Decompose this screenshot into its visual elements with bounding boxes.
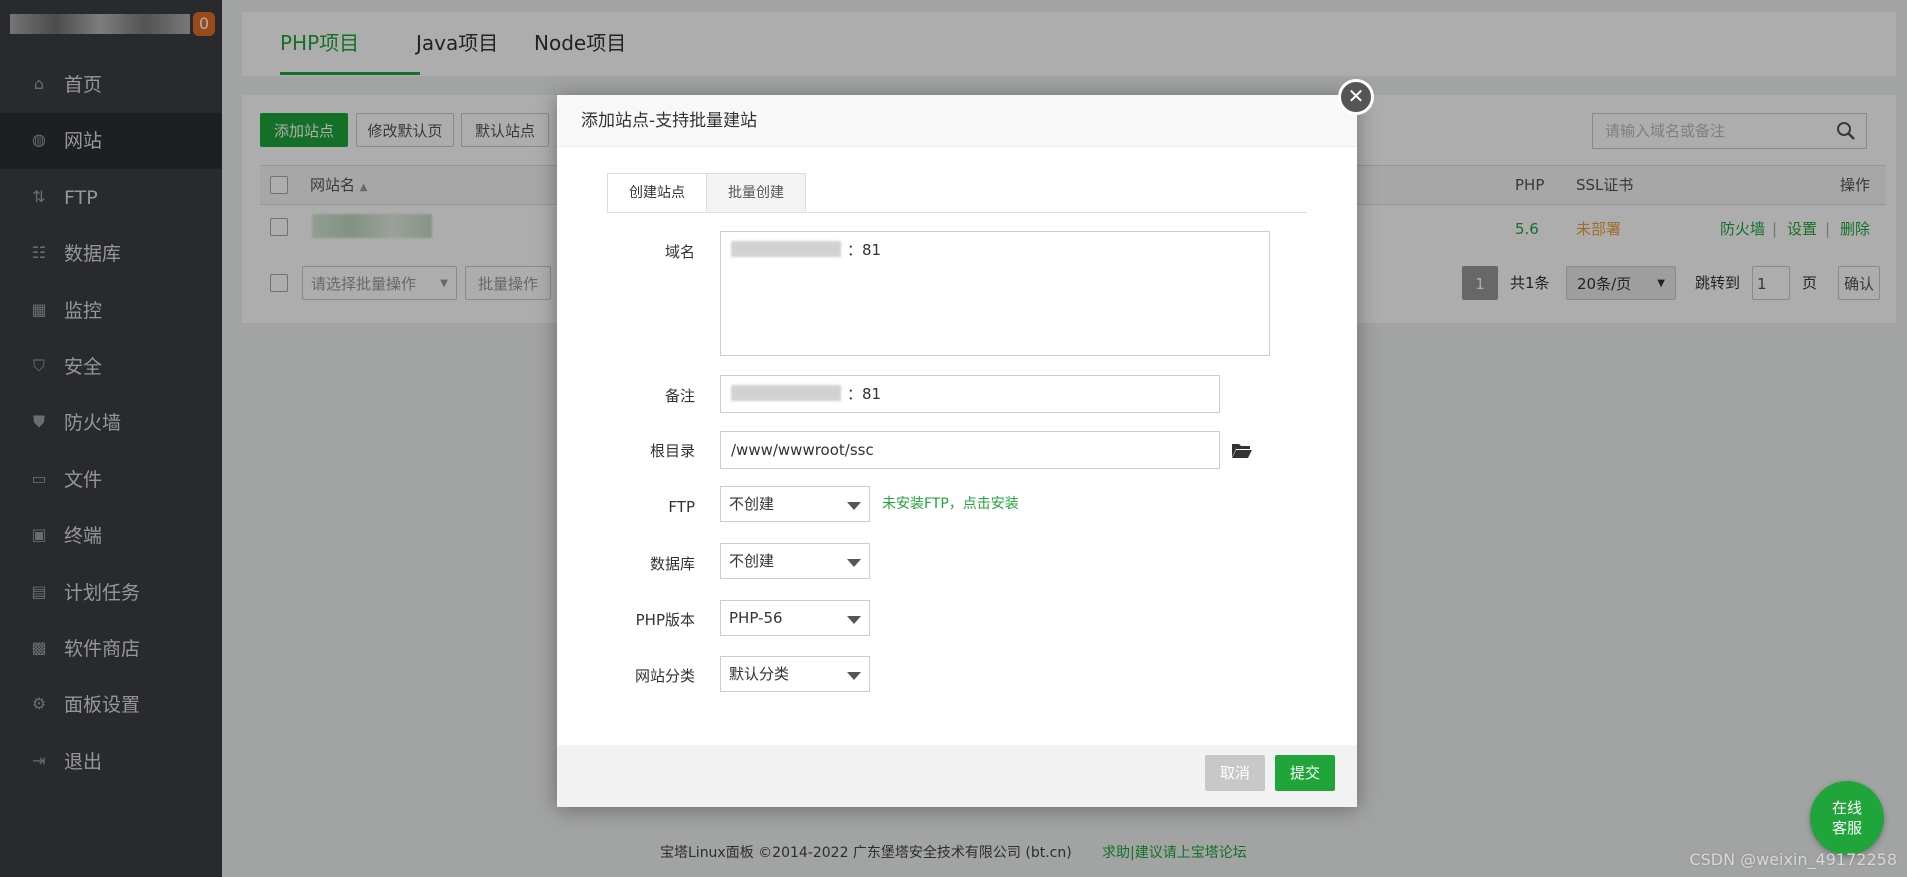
- php-version-value: PHP-56: [729, 609, 783, 627]
- service-line2: 客服: [1831, 819, 1862, 837]
- category-value: 默认分类: [729, 665, 790, 683]
- note-redacted: [731, 385, 841, 401]
- ftp-label: FTP: [668, 498, 695, 516]
- caret-down-icon: [847, 672, 861, 680]
- category-label: 网站分类: [634, 667, 695, 685]
- dialog-title: 添加站点-支持批量建站: [581, 111, 758, 131]
- close-icon: ✕: [1347, 84, 1365, 108]
- database-label: 数据库: [649, 555, 695, 573]
- caret-down-icon: [847, 502, 861, 510]
- php-version-select[interactable]: PHP-56: [720, 600, 870, 636]
- category-select[interactable]: 默认分类: [720, 656, 870, 692]
- dialog-header: 添加站点-支持批量建站: [557, 95, 1357, 147]
- database-select[interactable]: 不创建: [720, 543, 870, 579]
- ftp-install-link[interactable]: 未安装FTP，点击安装: [882, 494, 1019, 514]
- domain-textarea[interactable]: ：81: [720, 231, 1270, 356]
- tab-divider: [607, 212, 1307, 213]
- domain-value: ：81: [847, 241, 882, 259]
- tab-batch-create[interactable]: 批量创建: [706, 173, 806, 213]
- caret-down-icon: [847, 559, 861, 567]
- php-version-label: PHP版本: [635, 611, 695, 629]
- online-service-button[interactable]: 在线 客服: [1810, 781, 1884, 855]
- add-site-dialog: 添加站点-支持批量建站 创建站点 批量创建 域名 ：81 备注 ：81 根目录 …: [557, 95, 1357, 807]
- root-dir-value: /www/wwwroot/ssc: [731, 441, 874, 459]
- note-input[interactable]: ：81: [720, 375, 1220, 413]
- dialog-close-button[interactable]: ✕: [1338, 79, 1374, 115]
- domain-label: 域名: [664, 243, 695, 261]
- domain-redacted: [731, 241, 841, 257]
- caret-down-icon: [847, 616, 861, 624]
- ftp-select-value: 不创建: [729, 495, 775, 513]
- submit-button[interactable]: 提交: [1275, 755, 1335, 791]
- root-dir-label: 根目录: [649, 442, 695, 460]
- ftp-select[interactable]: 不创建: [720, 486, 870, 522]
- service-line1: 在线: [1831, 799, 1862, 817]
- note-value: ：81: [847, 385, 882, 403]
- tab-create-site[interactable]: 创建站点: [607, 173, 707, 213]
- note-label: 备注: [664, 387, 695, 405]
- root-dir-input[interactable]: /www/wwwroot/ssc: [720, 431, 1220, 469]
- cancel-button[interactable]: 取消: [1205, 755, 1265, 791]
- folder-open-icon[interactable]: [1231, 441, 1253, 459]
- database-select-value: 不创建: [729, 552, 775, 570]
- watermark: CSDN @weixin_49172258: [1689, 850, 1897, 869]
